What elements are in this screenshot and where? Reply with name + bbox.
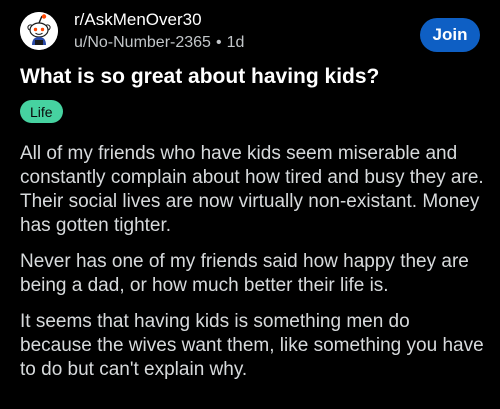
subreddit-avatar[interactable]	[20, 12, 58, 50]
byline: u/No-Number-2365 • 1d	[74, 33, 244, 52]
post-body: All of my friends who have kids seem mis…	[20, 142, 484, 394]
post-age: 1d	[226, 33, 245, 51]
join-button[interactable]: Join	[420, 18, 480, 52]
reddit-snoo-icon	[20, 12, 58, 50]
separator-dot: •	[215, 33, 222, 51]
body-paragraph: Never has one of my friends said how hap…	[20, 251, 469, 296]
author-name[interactable]: u/No-Number-2365	[74, 34, 211, 51]
post-title[interactable]: What is so great about having kids?	[20, 64, 480, 90]
subreddit-name[interactable]: r/AskMenOver30	[74, 10, 244, 30]
body-paragraph: It seems that having kids is something m…	[20, 311, 484, 380]
body-paragraph: All of my friends who have kids seem mis…	[20, 143, 484, 236]
post-meta: r/AskMenOver30 u/No-Number-2365 • 1d	[74, 10, 244, 52]
post-card: r/AskMenOver30 u/No-Number-2365 • 1d Join …	[0, 0, 500, 409]
flair-badge[interactable]: Life	[20, 100, 63, 123]
post-header: r/AskMenOver30 u/No-Number-2365 • 1d Join	[20, 8, 480, 54]
